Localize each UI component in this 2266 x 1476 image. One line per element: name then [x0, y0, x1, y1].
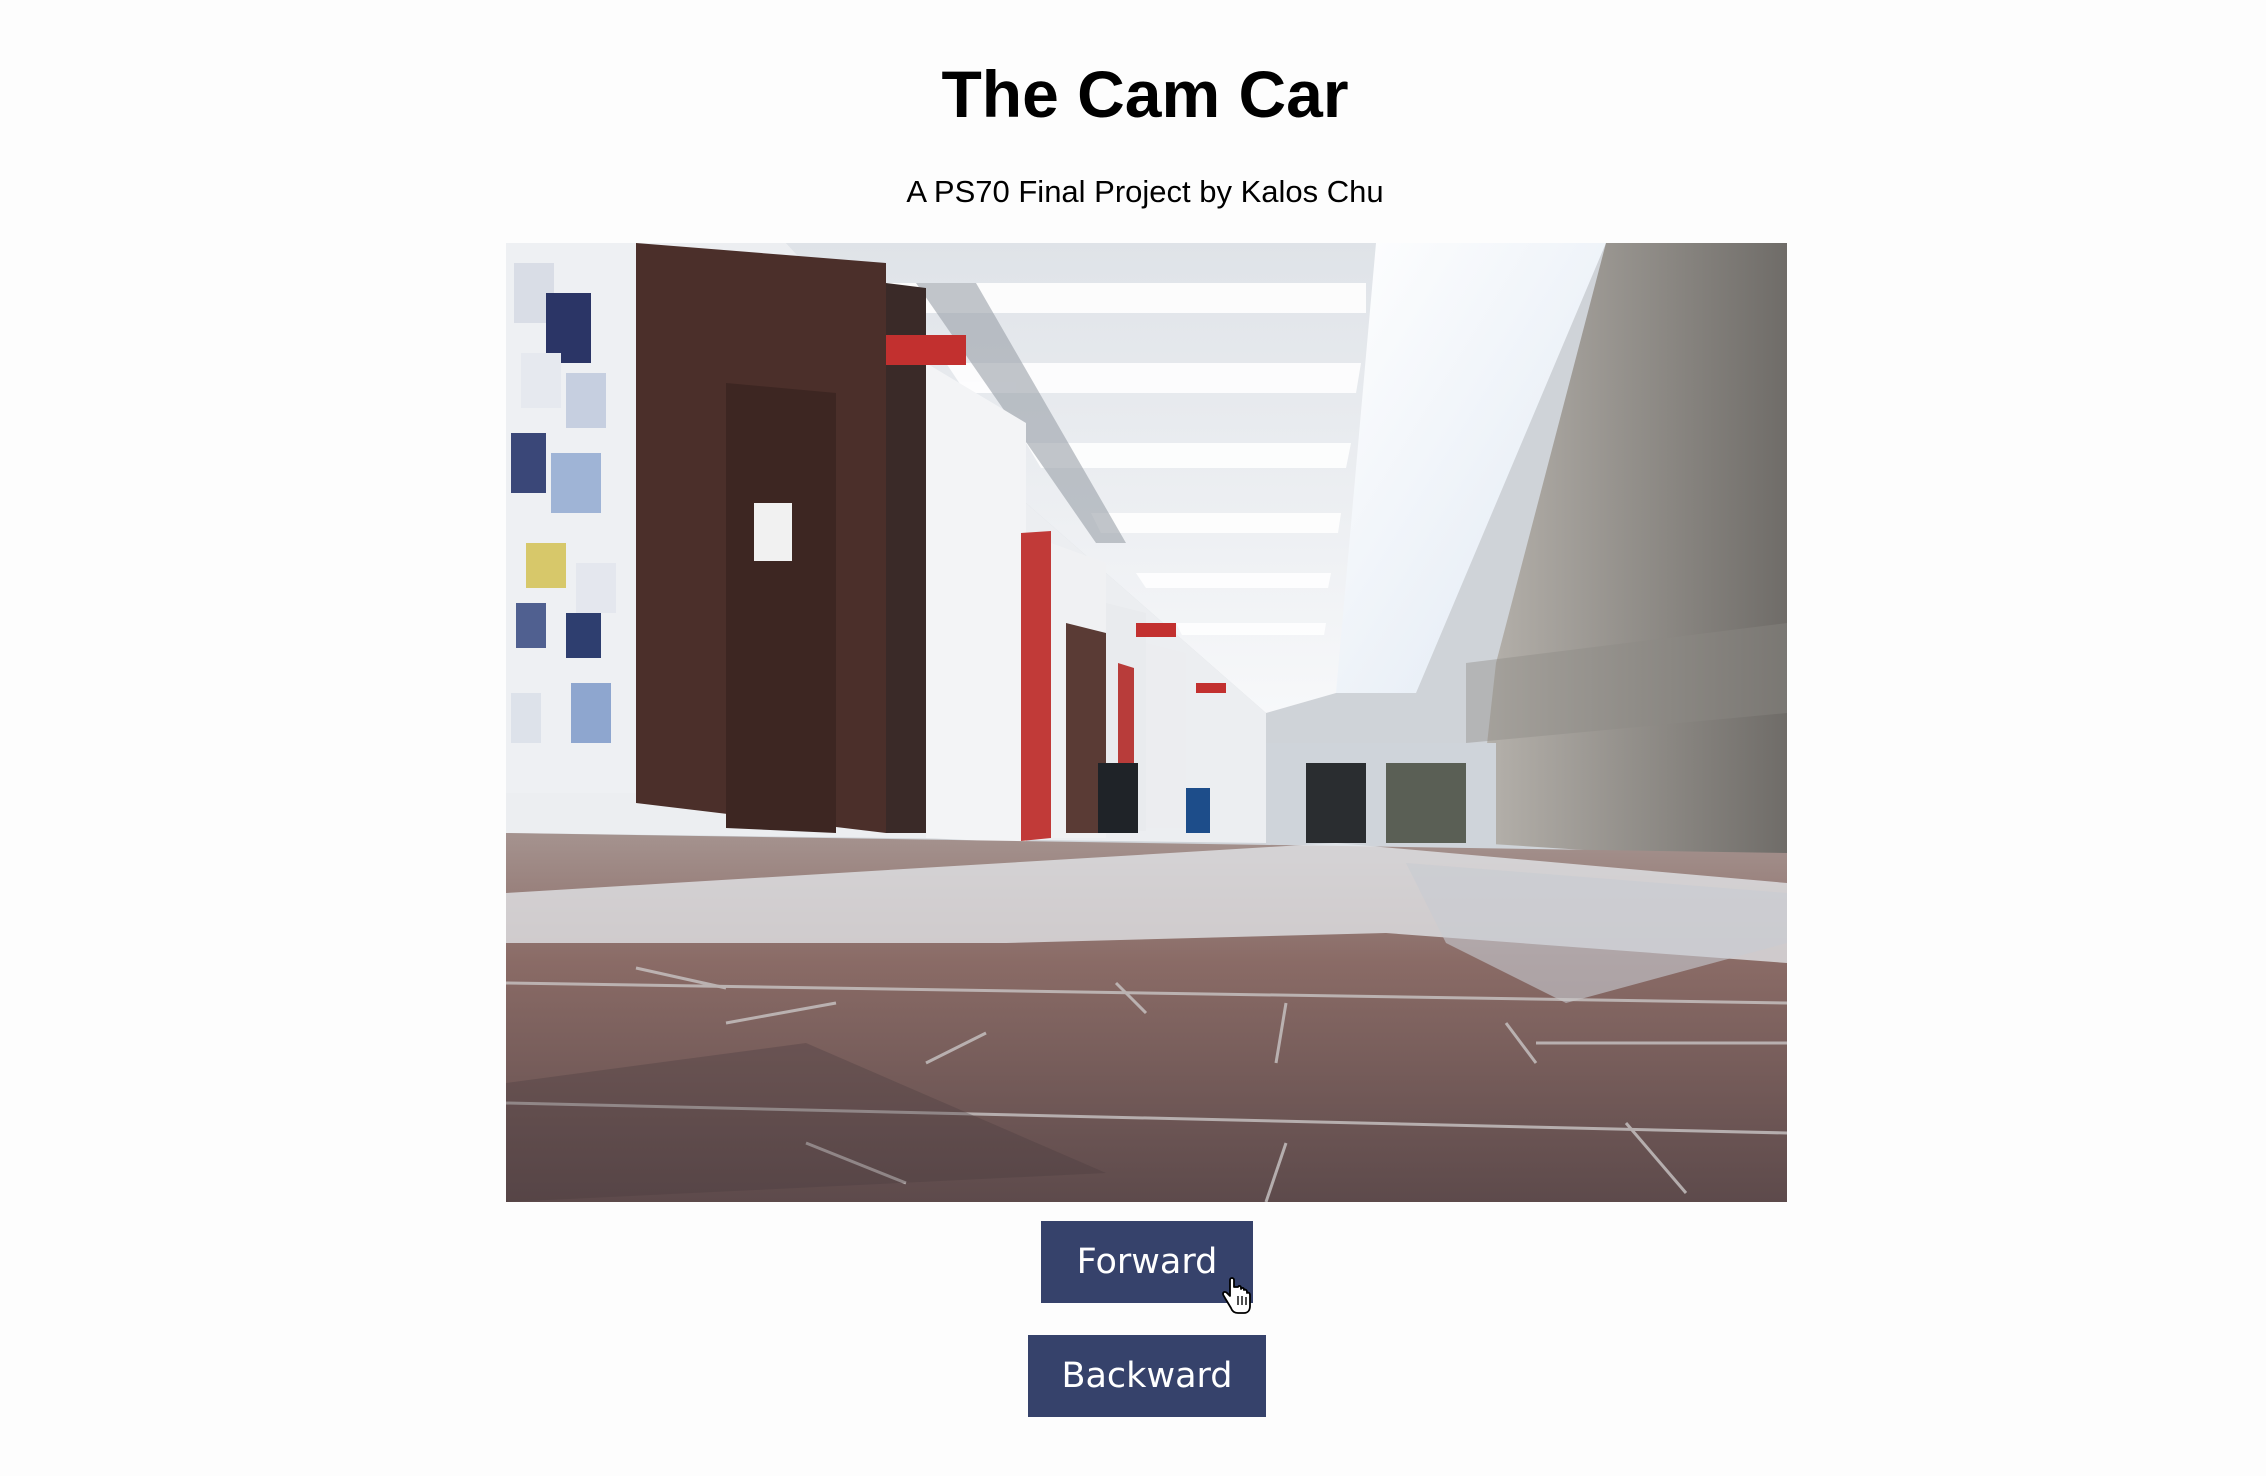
forward-button[interactable]: Forward	[1041, 1221, 1253, 1303]
camera-feed-image	[506, 243, 1787, 1202]
backward-button[interactable]: Backward	[1028, 1335, 1266, 1417]
page-title: The Cam Car	[941, 57, 1349, 131]
camera-feed-scene	[506, 243, 1787, 1202]
page: The Cam Car A PS70 Final Project by Kalo…	[0, 0, 2266, 1476]
page-subtitle: A PS70 Final Project by Kalos Chu	[906, 174, 1384, 209]
